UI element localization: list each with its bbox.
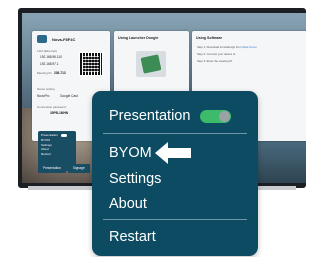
- mini-menu-item: Restart: [41, 152, 51, 157]
- qr-code-icon: [79, 52, 103, 76]
- step-1-text: Step 1: Download & install app from http…: [197, 45, 257, 49]
- toggle-knob: [219, 111, 230, 122]
- taskbar-button[interactable]: Signage: [67, 164, 90, 173]
- menu-item-restart[interactable]: Restart: [109, 229, 156, 245]
- menu-item-about[interactable]: About: [109, 196, 147, 212]
- menu-item-presentation[interactable]: Presentation: [109, 108, 190, 124]
- step-3-text: Step 3: Enter the meeting ID: [197, 59, 233, 63]
- name-setting-label: Name setting: [37, 87, 55, 91]
- download-link[interactable]: https://novo: [242, 45, 256, 49]
- main-popup-menu: Presentation BYOM Settings About Restart: [92, 91, 258, 256]
- step-1-label: Step 1: Download & install app from: [197, 45, 242, 49]
- name-setting-left: NovoPro: [37, 94, 50, 98]
- ip-address-2: 192.168.97.1: [40, 62, 59, 66]
- mini-toggle-icon: [60, 133, 67, 137]
- launcher-card-title: Using Launcher Dongle: [118, 36, 159, 40]
- menu-divider: [103, 219, 247, 220]
- menu-item-settings[interactable]: Settings: [109, 171, 161, 187]
- meeting-id-label: Meeting ID: [37, 71, 52, 75]
- device-logo-icon: [37, 35, 47, 43]
- meeting-id-value: 236-713: [54, 71, 66, 75]
- taskbar-button[interactable]: Presentation: [38, 164, 66, 173]
- menu-divider: [103, 133, 247, 134]
- presentation-toggle[interactable]: [200, 110, 231, 123]
- ip-address-1: 192.168.96.110: [40, 55, 62, 59]
- step-2-text: Step 2: Connect your device to: [197, 52, 236, 56]
- connection-value: 30PB-1MHN: [50, 111, 69, 115]
- launcher-dongle-image: [136, 51, 166, 77]
- connection-label: Connection password: [37, 105, 66, 109]
- device-name: Nova-F8F4C: [52, 37, 76, 42]
- software-card-title: Using Software: [196, 36, 223, 40]
- name-setting-right: Google Cast: [60, 94, 78, 98]
- ip-section-label: LAN (Ethernet): [37, 49, 58, 53]
- menu-item-byom[interactable]: BYOM: [109, 145, 152, 161]
- left-arrow-icon: [155, 142, 191, 164]
